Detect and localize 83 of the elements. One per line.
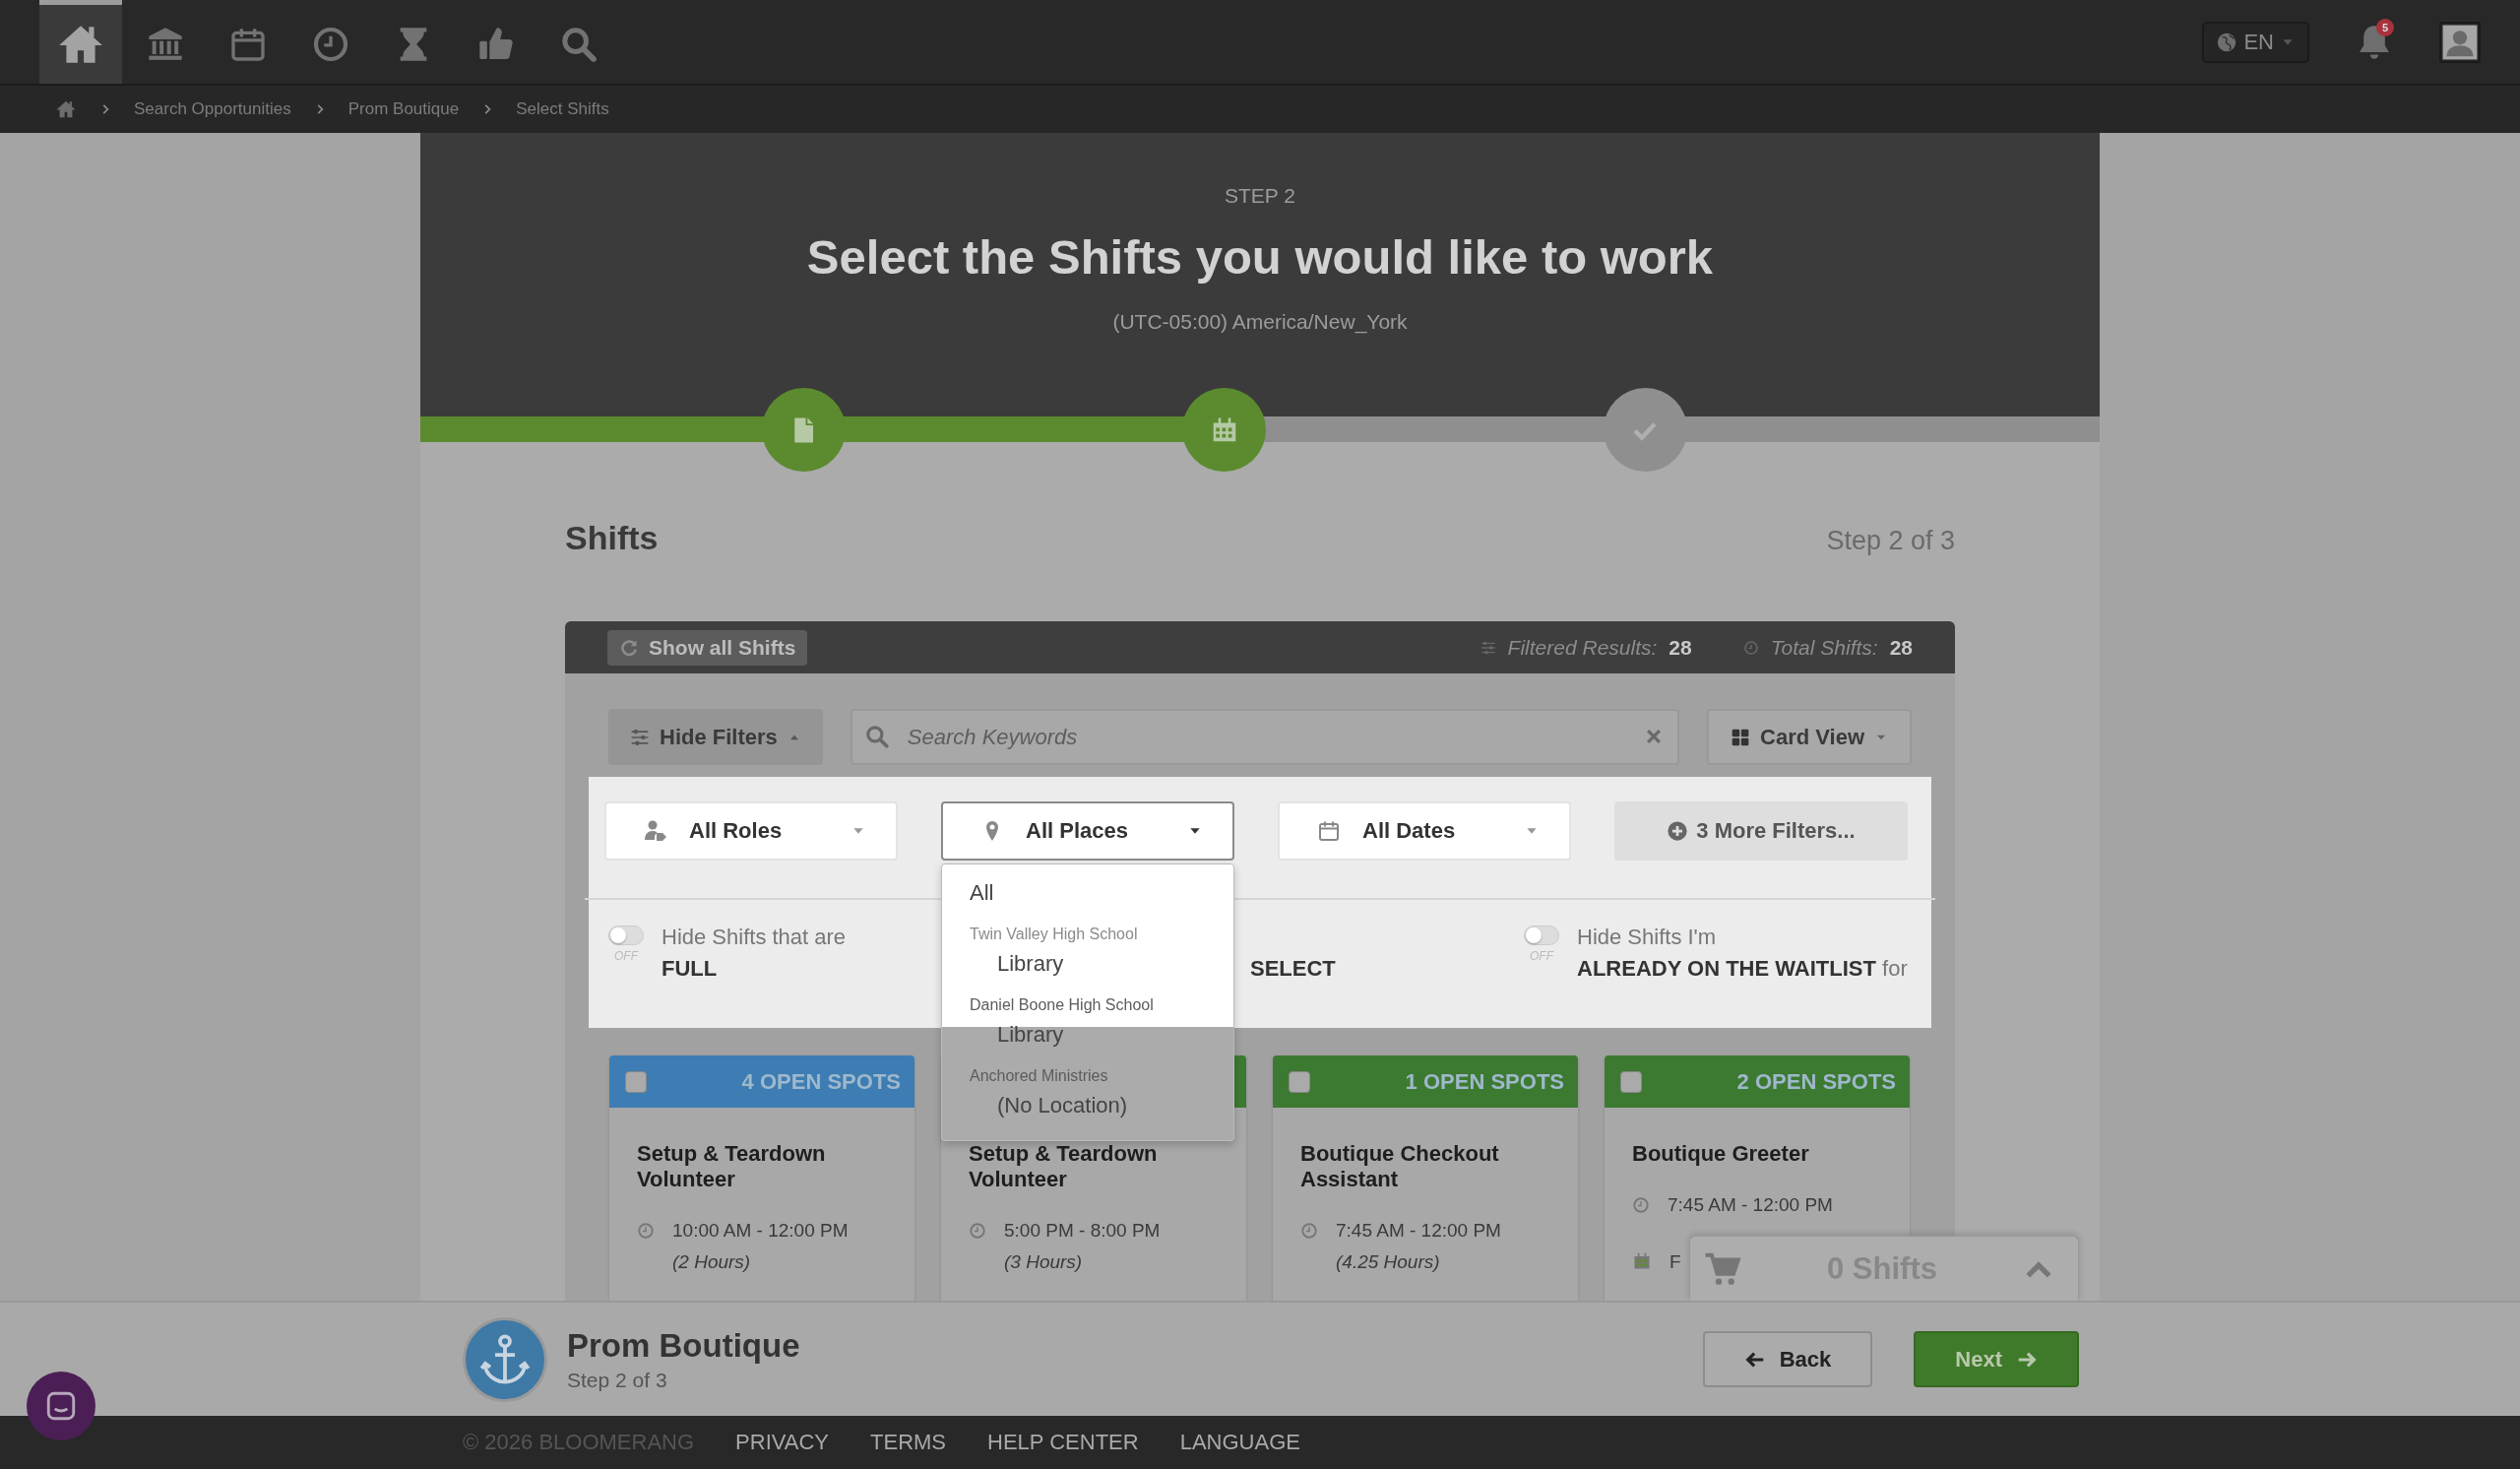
chat-icon bbox=[44, 1389, 78, 1423]
menu-group-label: Anchored Ministries bbox=[969, 1066, 1109, 1086]
breadcrumb-link[interactable]: Search Opportunities bbox=[134, 99, 291, 119]
toggle-label: Hide Shifts that are FULL bbox=[662, 924, 847, 983]
menu-option[interactable]: Library bbox=[942, 1016, 1233, 1054]
toggle-label: Hide Shifts I'm ALREADY ON THE WAITLIST for bbox=[1577, 924, 1908, 983]
breadcrumb-link[interactable]: Select Shifts bbox=[516, 99, 609, 119]
language-button[interactable]: EN bbox=[2202, 21, 2309, 63]
more-filters-button[interactable]: 3 More Filters... bbox=[1614, 801, 1908, 861]
search-field[interactable]: Search Keywords bbox=[850, 709, 1679, 765]
calendar-icon bbox=[1632, 1251, 1652, 1271]
menu-group-label: Twin Valley High School bbox=[969, 925, 1139, 944]
nav-tab[interactable] bbox=[39, 0, 122, 84]
breadcrumb-link[interactable]: Prom Boutique bbox=[347, 99, 460, 119]
open-spots-label: 1 OPEN SPOTS bbox=[1405, 1068, 1564, 1095]
shift-duration: (3 Hours) bbox=[1004, 1251, 1084, 1273]
shift-title: Boutique Checkout Assistant bbox=[1300, 1141, 1500, 1192]
clock-icon bbox=[637, 1222, 655, 1240]
toggle-switch[interactable] bbox=[608, 926, 644, 945]
filtered-count: 28 bbox=[1669, 635, 1692, 660]
step-label: STEP 2 bbox=[1225, 184, 1295, 208]
back-button[interactable]: Back bbox=[1702, 1331, 1873, 1387]
filter-dropdown[interactable]: All Places bbox=[941, 801, 1234, 861]
filtered-results-label: Filtered Results: bbox=[1507, 635, 1658, 660]
show-all-button[interactable]: Show all Shifts bbox=[607, 629, 808, 666]
home-icon bbox=[55, 98, 77, 120]
open-spots-label: 2 OPEN SPOTS bbox=[1736, 1068, 1896, 1095]
clock-icon bbox=[969, 1222, 986, 1240]
shift-title: Boutique Greeter bbox=[1632, 1141, 1810, 1167]
notification-badge: 5 bbox=[2376, 18, 2395, 36]
calendar-icon bbox=[1317, 819, 1341, 843]
shift-card[interactable]: 4 OPEN SPOTS Setup & Teardown Volunteer 10:00 AM - 12:00 PM (2 Hours) bbox=[609, 1055, 914, 1301]
toggle-switch[interactable] bbox=[1524, 926, 1559, 945]
shift-time: 5:00 PM - 8:00 PM bbox=[1004, 1220, 1161, 1242]
grid-icon bbox=[1731, 727, 1750, 747]
menu-group-label: Daniel Boone High School bbox=[969, 995, 1155, 1015]
refresh-icon bbox=[619, 637, 639, 658]
toggle-label: SELECT bbox=[1249, 955, 1337, 983]
close-icon bbox=[1644, 727, 1664, 746]
shift-date: F bbox=[1670, 1251, 1681, 1273]
clock-icon bbox=[1632, 1196, 1650, 1214]
footer-link[interactable]: LANGUAGE bbox=[1179, 1430, 1300, 1455]
user-icon bbox=[2441, 23, 2479, 61]
shift-time: 7:45 AM - 12:00 PM bbox=[1668, 1194, 1833, 1216]
shift-card[interactable]: 1 OPEN SPOTS Boutique Checkout Assistant 7:45 AM - 12:00 PM (4.25 Hours) bbox=[1273, 1055, 1578, 1301]
card-view-button[interactable]: Card View bbox=[1707, 709, 1912, 765]
checkbox[interactable] bbox=[1620, 1070, 1642, 1093]
search-icon bbox=[863, 724, 890, 749]
clock-icon bbox=[311, 25, 350, 64]
search-icon bbox=[559, 25, 598, 64]
clock-icon bbox=[1742, 639, 1759, 656]
footer-link[interactable]: PRIVACY bbox=[735, 1430, 830, 1455]
filter-dropdown[interactable]: All Dates bbox=[1278, 801, 1571, 861]
menu-option[interactable]: Library bbox=[942, 945, 1233, 983]
section-heading: Shifts bbox=[565, 519, 659, 557]
open-spots-label: 4 OPEN SPOTS bbox=[741, 1068, 901, 1095]
menu-option[interactable]: All bbox=[942, 874, 1233, 912]
shift-title: Setup & Teardown Volunteer bbox=[969, 1141, 1159, 1192]
page-title: Select the Shifts you would like to work bbox=[806, 229, 1714, 285]
checkbox[interactable] bbox=[1289, 1070, 1310, 1093]
shift-duration: (4.25 Hours) bbox=[1336, 1251, 1441, 1273]
opportunity-title: Prom Boutique bbox=[567, 1326, 801, 1365]
timezone-label: (UTC-05:00) America/New_York bbox=[1112, 310, 1408, 334]
person-tag-icon bbox=[644, 819, 667, 843]
profile-button[interactable] bbox=[2439, 21, 2481, 63]
menu-option[interactable]: (No Location) bbox=[942, 1087, 1233, 1124]
shift-title: Setup & Teardown Volunteer bbox=[637, 1141, 827, 1192]
footer-link[interactable]: TERMS bbox=[870, 1430, 947, 1455]
shift-time: 7:45 AM - 12:00 PM bbox=[1336, 1220, 1501, 1242]
clock-icon bbox=[1300, 1222, 1318, 1240]
shift-time: 10:00 AM - 12:00 PM bbox=[672, 1220, 849, 1242]
footer-link[interactable]: HELP CENTER bbox=[987, 1430, 1139, 1455]
hide-filters-button[interactable]: Hide Filters bbox=[608, 709, 823, 765]
sliders-icon bbox=[1480, 639, 1496, 656]
total-shifts-label: Total Shifts: bbox=[1770, 635, 1878, 660]
total-count: 28 bbox=[1889, 635, 1913, 660]
step-count: Step 2 of 3 bbox=[567, 1368, 668, 1392]
filter-dropdown[interactable]: All Roles bbox=[604, 801, 898, 861]
shift-duration: (2 Hours) bbox=[672, 1251, 752, 1273]
globe-icon bbox=[2216, 31, 2238, 53]
sliders-icon bbox=[630, 727, 650, 747]
step-count: Step 2 of 3 bbox=[1826, 526, 1955, 556]
checkbox[interactable] bbox=[625, 1070, 647, 1093]
